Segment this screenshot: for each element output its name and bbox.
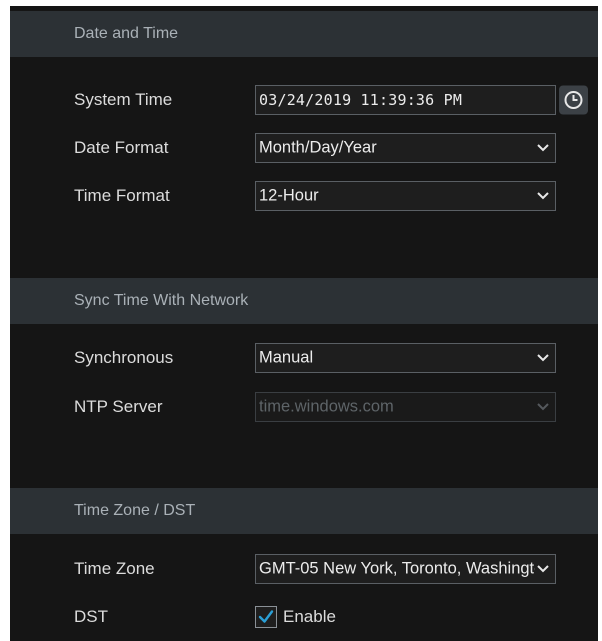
date-format-label: Date Format	[74, 138, 169, 157]
row-synchronous: Synchronous Manual	[10, 334, 598, 382]
time-format-value: 12-Hour	[259, 186, 319, 205]
time-format-select[interactable]: 12-Hour	[255, 181, 556, 211]
settings-panel: Date and Time System Time 03/24/2019 11:…	[10, 6, 598, 641]
system-time-value: 03/24/2019 11:39:36 PM	[259, 91, 463, 109]
row-dst: DST Enable	[10, 593, 598, 641]
chevron-down-icon	[537, 354, 549, 362]
section-title: Time Zone / DST	[74, 502, 196, 519]
section-header-timezone: Time Zone / DST	[10, 488, 598, 534]
date-format-value: Month/Day/Year	[259, 138, 377, 157]
synchronous-label: Synchronous	[74, 348, 174, 367]
system-time-field[interactable]: 03/24/2019 11:39:36 PM	[255, 85, 556, 115]
chevron-down-icon	[537, 144, 549, 152]
date-format-select[interactable]: Month/Day/Year	[255, 133, 556, 163]
row-system-time: System Time 03/24/2019 11:39:36 PM	[10, 76, 598, 124]
section-title: Date and Time	[74, 25, 179, 42]
dst-enable-label[interactable]: Enable	[283, 607, 336, 627]
clock-icon	[564, 91, 583, 109]
time-zone-label: Time Zone	[74, 559, 155, 578]
time-zone-value: GMT-05 New York, Toronto, Washington	[259, 559, 535, 578]
dst-label: DST	[74, 607, 108, 626]
row-ntp-server: NTP Server time.windows.com	[10, 383, 598, 431]
row-time-zone: Time Zone GMT-05 New York, Toronto, Wash…	[10, 545, 598, 593]
section-header-date-time: Date and Time	[10, 11, 598, 57]
chevron-down-icon	[537, 565, 549, 573]
synchronous-value: Manual	[259, 348, 314, 367]
ntp-server-value: time.windows.com	[259, 397, 394, 416]
chevron-down-icon	[537, 403, 549, 411]
system-time-label: System Time	[74, 90, 173, 109]
chevron-down-icon	[537, 192, 549, 200]
row-time-format: Time Format 12-Hour	[10, 172, 598, 220]
ntp-server-label: NTP Server	[74, 397, 163, 416]
section-title: Sync Time With Network	[74, 292, 249, 309]
dst-checkbox[interactable]	[255, 606, 277, 628]
time-format-label: Time Format	[74, 186, 170, 205]
checkmark-icon	[258, 610, 274, 623]
section-header-sync: Sync Time With Network	[10, 278, 598, 324]
time-zone-select[interactable]: GMT-05 New York, Toronto, Washington	[255, 554, 556, 584]
row-date-format: Date Format Month/Day/Year	[10, 124, 598, 172]
clock-button[interactable]	[559, 85, 588, 115]
ntp-server-select: time.windows.com	[255, 392, 556, 422]
synchronous-select[interactable]: Manual	[255, 343, 556, 373]
